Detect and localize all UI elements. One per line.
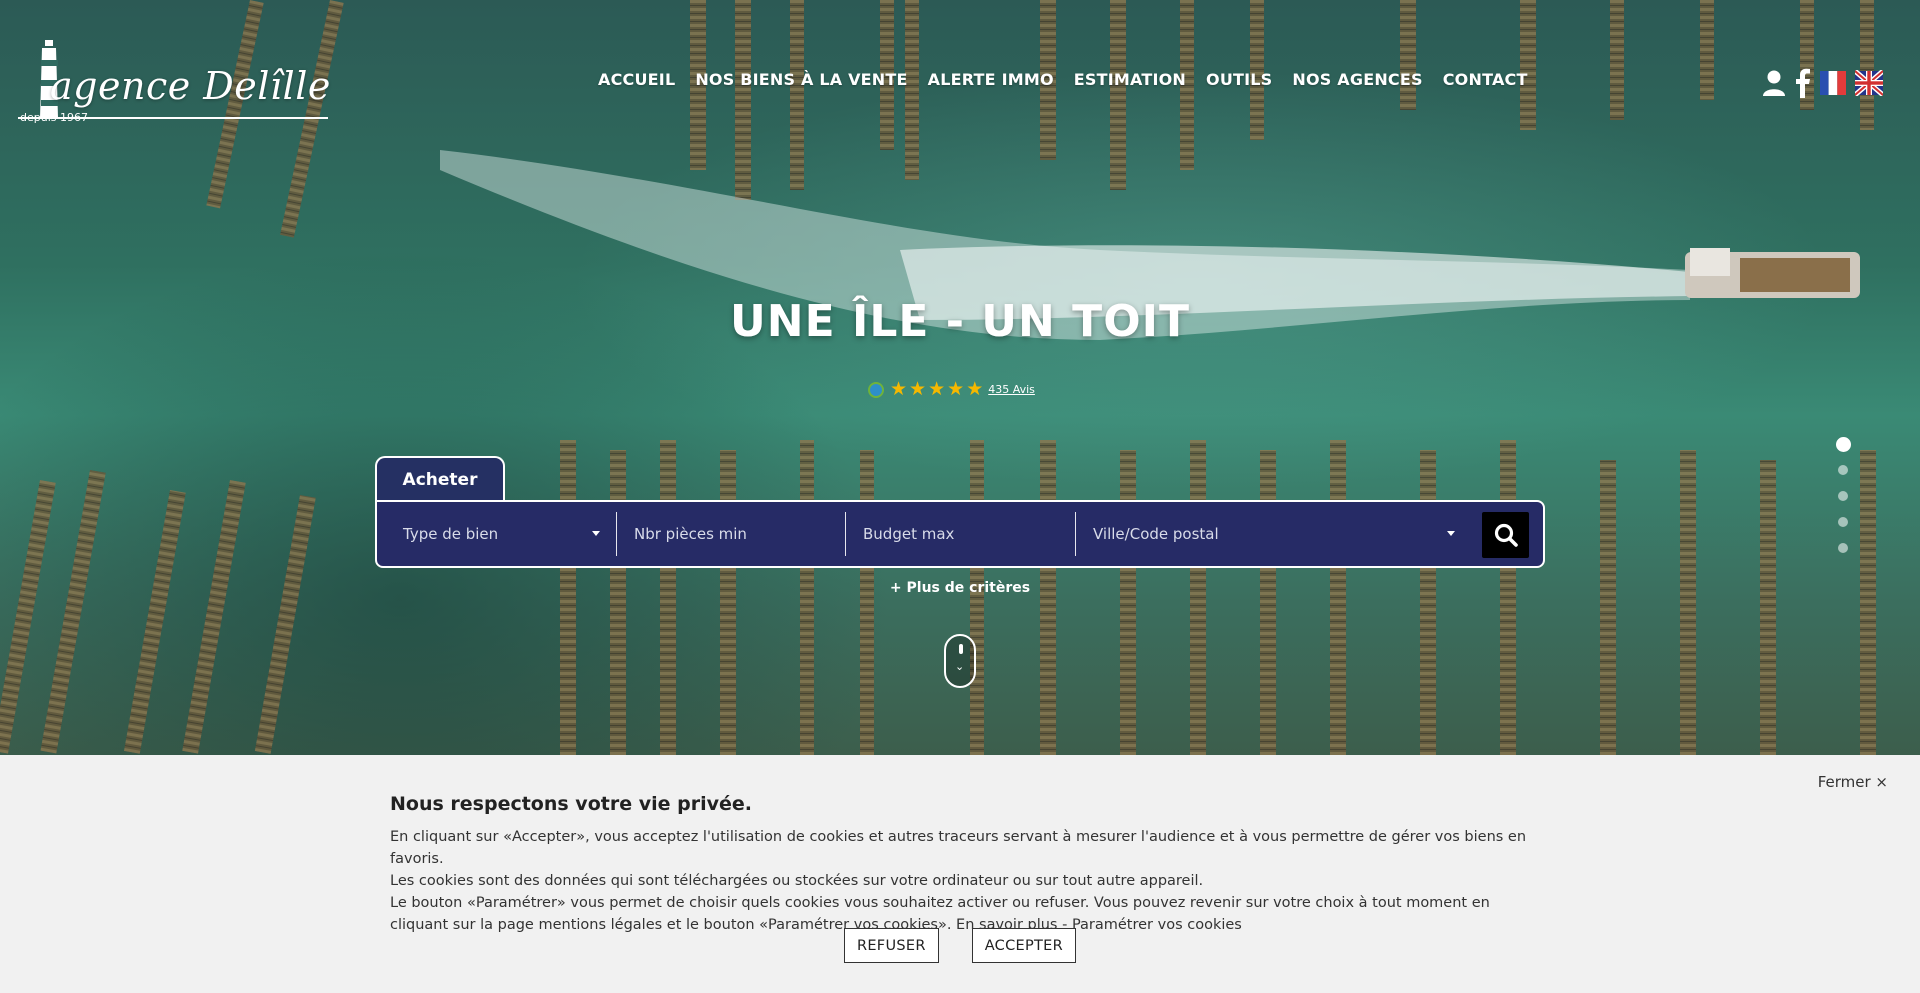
- nav-accueil[interactable]: ACCUEIL: [598, 70, 675, 89]
- logo-tagline: depuis 1967: [20, 111, 88, 124]
- cookie-text: En cliquant sur «Accepter», vous accepte…: [390, 826, 1540, 936]
- review-badge-icon: [868, 381, 884, 398]
- star-icon: ★: [909, 379, 927, 400]
- budget-max-input[interactable]: Budget max: [846, 512, 1076, 556]
- logo-wordmark: agence Delîlle: [50, 64, 331, 108]
- cookie-text-line: En cliquant sur «Accepter», vous accepte…: [390, 829, 1527, 867]
- nav-estimation[interactable]: ESTIMATION: [1074, 70, 1186, 89]
- carousel-dot[interactable]: [1838, 517, 1848, 527]
- agency-logo[interactable]: agence Delîlle depuis 1967: [18, 40, 331, 130]
- nav-biens-vente[interactable]: NOS BIENS À LA VENTE: [695, 70, 907, 89]
- chevron-down-icon: [1447, 531, 1455, 536]
- carousel-dot[interactable]: [1838, 465, 1848, 475]
- cookie-close-button[interactable]: Fermer ×: [1818, 773, 1888, 791]
- header-icons: [1762, 68, 1883, 98]
- budget-max-placeholder: Budget max: [863, 525, 955, 543]
- nav-contact[interactable]: CONTACT: [1443, 70, 1528, 89]
- cookie-buttons: REFUSER ACCEPTER: [0, 928, 1920, 963]
- carousel-dots: [1836, 437, 1851, 553]
- carousel-dot[interactable]: [1838, 543, 1848, 553]
- star-icon: ★: [947, 379, 965, 400]
- nav-outils[interactable]: OUTILS: [1206, 70, 1272, 89]
- accept-button[interactable]: ACCEPTER: [971, 928, 1077, 963]
- nav-alerte-immo[interactable]: ALERTE IMMO: [928, 70, 1054, 89]
- more-criteria-link[interactable]: + Plus de critères: [0, 580, 1920, 596]
- hero-title: UNE ÎLE - UN TOIT: [730, 296, 1190, 347]
- flag-fr-icon[interactable]: [1820, 70, 1846, 96]
- flag-uk-icon[interactable]: [1855, 70, 1883, 96]
- property-type-select[interactable]: Type de bien: [377, 512, 617, 556]
- search-icon: [1494, 523, 1518, 547]
- star-icon: ★: [928, 379, 946, 400]
- property-type-label: Type de bien: [403, 525, 499, 543]
- scroll-wheel: [959, 644, 963, 654]
- carousel-dot[interactable]: [1838, 491, 1848, 501]
- chevron-down-icon: [592, 531, 600, 536]
- nav-agences[interactable]: NOS AGENCES: [1292, 70, 1422, 89]
- facebook-icon[interactable]: [1795, 68, 1811, 98]
- star-icon: ★: [890, 379, 908, 400]
- cookie-title: Nous respectons votre vie privée.: [390, 793, 752, 815]
- search-bar: Type de bien Nbr pièces min Budget max V…: [375, 500, 1545, 568]
- city-label: Ville/Code postal: [1093, 525, 1219, 543]
- main-nav: ACCUEIL NOS BIENS À LA VENTE ALERTE IMMO…: [598, 70, 1548, 89]
- tab-acheter[interactable]: Acheter: [375, 456, 505, 501]
- review-count-link[interactable]: 435 Avis: [988, 383, 1035, 396]
- search-button[interactable]: [1482, 512, 1529, 558]
- city-select[interactable]: Ville/Code postal: [1076, 512, 1471, 556]
- rooms-min-input[interactable]: Nbr pièces min: [617, 512, 846, 556]
- user-icon[interactable]: [1762, 69, 1786, 97]
- chevron-down-icon: ⌄: [955, 661, 965, 673]
- cookie-text-line: Les cookies sont des données qui sont té…: [390, 873, 1204, 889]
- star-icon: ★: [966, 379, 984, 400]
- rooms-min-placeholder: Nbr pièces min: [634, 525, 747, 543]
- cookie-banner: Fermer × Nous respectons votre vie privé…: [0, 755, 1920, 993]
- refuse-button[interactable]: REFUSER: [843, 928, 939, 963]
- carousel-dot[interactable]: [1836, 437, 1851, 452]
- scroll-down-icon[interactable]: ⌄: [944, 634, 976, 688]
- reviews-widget[interactable]: ★ ★ ★ ★ ★ 435 Avis: [868, 380, 1035, 399]
